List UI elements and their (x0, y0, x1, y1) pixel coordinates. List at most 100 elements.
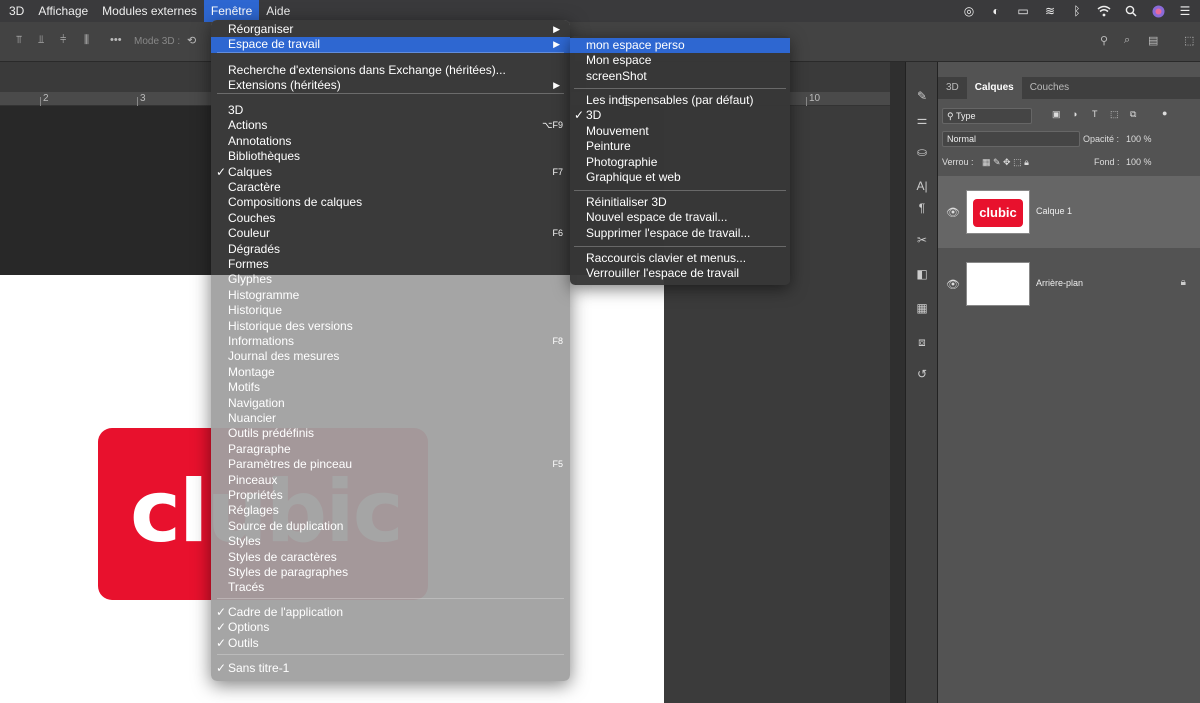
menu-item[interactable]: Pinceaux (211, 473, 570, 488)
menu-item[interactable]: Montage (211, 365, 570, 380)
menu-item[interactable]: Extensions (héritées) ▶ (211, 78, 570, 93)
menu-item[interactable]: Tracés (211, 580, 570, 595)
submenu-item[interactable]: Verrouiller l'espace de travail (570, 266, 790, 281)
menu-item[interactable]: Formes (211, 257, 570, 272)
menu-item[interactable]: Propriétés (211, 488, 570, 503)
bluetooth-icon[interactable]: ᛒ (1070, 4, 1084, 18)
menu-item[interactable]: Couleur F6 (211, 226, 570, 241)
character-icon[interactable]: A| (914, 178, 930, 194)
menu-item[interactable]: Calques ✓ F7 (211, 165, 570, 180)
paragraph-icon[interactable]: ¶ (914, 200, 930, 216)
menu-item[interactable]: Glyphes (211, 272, 570, 287)
orbit-3d-icon[interactable]: ⟲ (187, 34, 196, 47)
menu-affichage[interactable]: Affichage (31, 0, 95, 22)
adjust-icon[interactable]: ⚌ (914, 112, 930, 128)
filter-kind-select[interactable]: ⚲ Type (942, 108, 1032, 124)
layer-row[interactable]: 👁︎ clubic Calque 1 (938, 176, 1200, 248)
menu-item[interactable]: Espace de travail ▶ (211, 37, 570, 53)
submenu-item[interactable]: Nouvel espace de travail... (570, 210, 790, 225)
menu-aide[interactable]: Aide (259, 0, 297, 22)
display-icon[interactable]: ▭ (1016, 4, 1030, 18)
align-top-icon[interactable]: ⫪ (16, 34, 22, 47)
siri-icon[interactable] (1151, 4, 1165, 18)
panel-divider[interactable] (890, 62, 905, 703)
tools-icon[interactable]: ✂ (914, 232, 930, 248)
menu-item[interactable]: Réorganiser ▶ (211, 22, 570, 37)
filter-toggle-icon[interactable]: ● (1162, 108, 1167, 118)
menu-item[interactable]: Cadre de l'application ✓ (211, 605, 570, 620)
search-tool-icon[interactable]: ⌕ (1124, 34, 1130, 47)
menu-item[interactable]: Navigation (211, 396, 570, 411)
wifi-icon[interactable] (1097, 4, 1111, 18)
layer-row[interactable]: 👁︎ Arrière-plan 🔒︎ (938, 248, 1200, 320)
distribute-icon[interactable]: ⫼ (84, 34, 89, 47)
submenu-item[interactable]: Les indispensables (par défaut) (570, 93, 790, 108)
menu-item[interactable]: 3D (211, 103, 570, 118)
sync-icon[interactable]: ◐ (989, 4, 1003, 18)
layer-name[interactable]: Calque 1 (1036, 206, 1072, 216)
swatches-icon[interactable]: ▦ (914, 300, 930, 316)
menu-fenetre[interactable]: Fenêtre (203, 0, 260, 22)
tab-couches[interactable]: Couches (1022, 77, 1077, 99)
submenu-item[interactable]: 3D ✓ (570, 108, 790, 123)
menu-item[interactable]: Nuancier (211, 411, 570, 426)
submenu-item[interactable]: screenShot (570, 69, 790, 84)
visibility-eye-icon[interactable]: 👁︎ (946, 278, 960, 291)
search-icon[interactable] (1124, 4, 1138, 18)
brush-settings-icon[interactable]: ✎ (914, 88, 930, 104)
menu-item[interactable]: Annotations (211, 134, 570, 149)
menu-item[interactable]: Sans titre-1 ✓ (211, 661, 570, 676)
stack-icon[interactable]: ≋ (1043, 4, 1057, 18)
fill-value[interactable]: 100 % (1126, 157, 1152, 167)
filter-adjust-icon[interactable]: ◑ (1072, 109, 1077, 119)
filter-pixel-icon[interactable]: ▣ (1052, 109, 1061, 120)
menu-item[interactable]: Styles (211, 534, 570, 549)
menu-item[interactable]: Outils prédéfinis (211, 426, 570, 441)
submenu-item[interactable]: Réinitialiser 3D (570, 195, 790, 210)
tab-calques[interactable]: Calques (966, 77, 1022, 99)
plugins-icon[interactable]: ⧈ (914, 334, 930, 350)
menu-item[interactable]: Histogramme (211, 288, 570, 303)
menu-item[interactable]: Source de duplication (211, 519, 570, 534)
menu-item[interactable]: Caractère (211, 180, 570, 195)
workspace-switcher-icon[interactable]: ▤ (1148, 34, 1158, 47)
align-middle-icon[interactable]: ⫫ (38, 34, 44, 47)
control-center-icon[interactable]: ☰ (1178, 4, 1192, 18)
submenu-item[interactable]: Raccourcis clavier et menus... (570, 251, 790, 266)
tab-3d[interactable]: 3D (938, 77, 967, 99)
filter-shape-icon[interactable]: ⬚ (1110, 109, 1119, 120)
submenu-item[interactable]: Mouvement (570, 124, 790, 139)
filter-type-icon[interactable]: T (1092, 109, 1098, 119)
layer-name[interactable]: Arrière-plan (1036, 278, 1083, 288)
menu-3d[interactable]: 3D (0, 0, 31, 22)
blend-mode-select[interactable]: Normal (942, 131, 1080, 147)
menu-item[interactable]: Journal des mesures (211, 349, 570, 364)
menu-item[interactable]: Paragraphe (211, 442, 570, 457)
share-icon[interactable]: ⬚ (1184, 34, 1194, 47)
menu-item[interactable]: Actions ⌥F9 (211, 118, 570, 133)
menu-item[interactable]: Bibliothèques (211, 149, 570, 164)
menu-item[interactable]: Dégradés (211, 242, 570, 257)
user-search-icon[interactable]: ⚲ (1100, 34, 1108, 47)
menu-item[interactable]: Réglages (211, 503, 570, 518)
lock-pixels-icon[interactable]: ▦ ✎ ✥ ⬚ 🔒︎ (982, 157, 1029, 168)
libraries-icon[interactable]: ◧ (914, 266, 930, 282)
clone-source-icon[interactable]: ⛀ (914, 144, 930, 160)
menu-item[interactable]: Informations F8 (211, 334, 570, 349)
align-bottom-icon[interactable]: ⫩ (60, 34, 66, 47)
visibility-eye-icon[interactable]: 👁︎ (946, 206, 960, 219)
menu-item[interactable]: Couches (211, 211, 570, 226)
menu-item[interactable]: Recherche d'extensions dans Exchange (hé… (211, 63, 570, 78)
submenu-item[interactable]: Peinture (570, 139, 790, 154)
menu-item[interactable]: Historique (211, 303, 570, 318)
history-icon[interactable]: ↺ (914, 366, 930, 382)
menu-item[interactable]: Styles de paragraphes (211, 565, 570, 580)
submenu-item[interactable]: Graphique et web (570, 170, 790, 185)
submenu-item[interactable]: Supprimer l'espace de travail... (570, 226, 790, 241)
menu-item[interactable]: Paramètres de pinceau F5 (211, 457, 570, 472)
more-options-icon[interactable]: ••• (110, 34, 122, 46)
filter-smart-icon[interactable]: ⧉ (1130, 109, 1136, 120)
menu-item[interactable]: Compositions de calques (211, 195, 570, 210)
menu-modules-externes[interactable]: Modules externes (95, 0, 204, 22)
opacity-value[interactable]: 100 % (1126, 134, 1152, 144)
